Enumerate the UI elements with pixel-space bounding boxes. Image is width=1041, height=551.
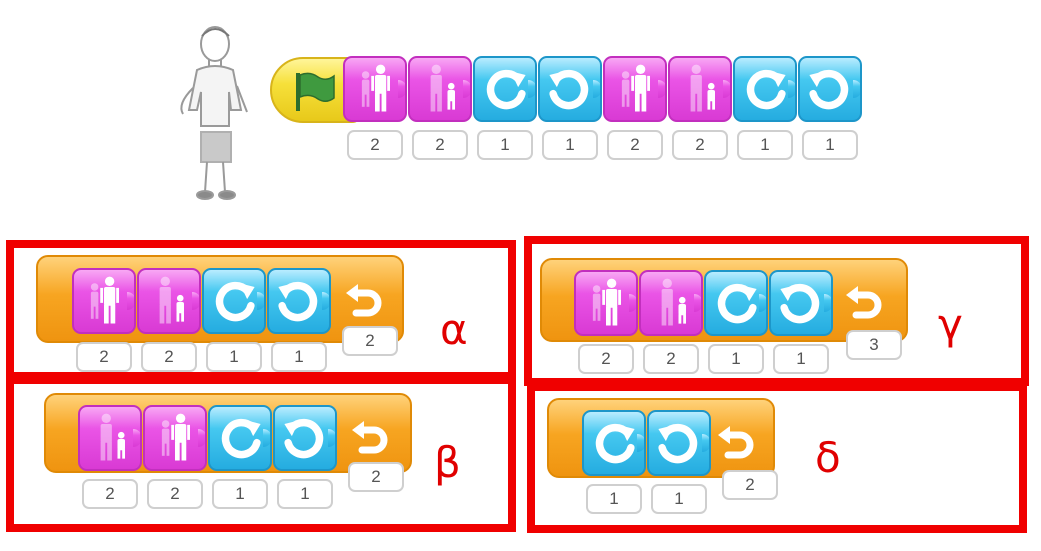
block-value-field[interactable]: 2 xyxy=(147,479,203,509)
block-value-field[interactable]: 2 xyxy=(347,130,403,160)
command-block-shrink[interactable] xyxy=(408,56,472,122)
block-value-field[interactable]: 1 xyxy=(651,484,707,514)
command-block-turn-left[interactable] xyxy=(273,405,337,471)
block-value-field[interactable]: 1 xyxy=(802,130,858,160)
block-value-field[interactable]: 1 xyxy=(477,130,533,160)
character-figure xyxy=(180,26,248,200)
repeat-arrow-icon xyxy=(348,418,392,462)
block-value-field[interactable]: 1 xyxy=(586,484,642,514)
green-flag-icon xyxy=(296,72,335,111)
command-block-shrink[interactable] xyxy=(639,270,703,336)
command-block-turn-right[interactable] xyxy=(582,410,646,476)
command-block-turn-left[interactable] xyxy=(647,410,711,476)
block-value-field[interactable]: 1 xyxy=(737,130,793,160)
command-block-turn-right[interactable] xyxy=(733,56,797,122)
block-value-field[interactable]: 1 xyxy=(277,479,333,509)
block-value-field[interactable]: 1 xyxy=(708,344,764,374)
option-label-beta: β xyxy=(434,438,461,487)
repeat-count-field[interactable]: 3 xyxy=(846,330,902,360)
block-value-field[interactable]: 2 xyxy=(643,344,699,374)
repeat-arrow-icon xyxy=(842,283,886,327)
command-block-turn-left[interactable] xyxy=(538,56,602,122)
block-value-field[interactable]: 1 xyxy=(271,342,327,372)
command-block-grow[interactable] xyxy=(72,268,136,334)
option-label-delta: δ xyxy=(815,433,841,482)
repeat-arrow-icon xyxy=(342,281,386,325)
block-value-field[interactable]: 2 xyxy=(82,479,138,509)
block-value-field[interactable]: 1 xyxy=(206,342,262,372)
command-block-grow[interactable] xyxy=(343,56,407,122)
command-block-turn-left[interactable] xyxy=(798,56,862,122)
block-value-field[interactable]: 2 xyxy=(607,130,663,160)
command-block-grow[interactable] xyxy=(603,56,667,122)
command-block-shrink[interactable] xyxy=(668,56,732,122)
block-value-field[interactable]: 1 xyxy=(542,130,598,160)
command-block-shrink[interactable] xyxy=(78,405,142,471)
block-value-field[interactable]: 2 xyxy=(141,342,197,372)
repeat-count-field[interactable]: 2 xyxy=(722,470,778,500)
block-value-field[interactable]: 2 xyxy=(76,342,132,372)
block-value-field[interactable]: 2 xyxy=(672,130,728,160)
repeat-count-field[interactable]: 2 xyxy=(348,462,404,492)
command-block-turn-left[interactable] xyxy=(769,270,833,336)
block-value-field[interactable]: 2 xyxy=(412,130,468,160)
command-block-turn-right[interactable] xyxy=(704,270,768,336)
command-block-grow[interactable] xyxy=(574,270,638,336)
repeat-arrow-icon xyxy=(714,423,758,467)
command-block-turn-left[interactable] xyxy=(267,268,331,334)
command-block-shrink[interactable] xyxy=(137,268,201,334)
block-value-field[interactable]: 1 xyxy=(212,479,268,509)
option-label-alpha: α xyxy=(440,305,468,354)
command-block-grow[interactable] xyxy=(143,405,207,471)
command-block-turn-right[interactable] xyxy=(208,405,272,471)
block-value-field[interactable]: 1 xyxy=(773,344,829,374)
block-value-field[interactable]: 2 xyxy=(578,344,634,374)
command-block-turn-right[interactable] xyxy=(202,268,266,334)
option-label-gamma: γ xyxy=(938,300,963,349)
repeat-count-field[interactable]: 2 xyxy=(342,326,398,356)
command-block-turn-right[interactable] xyxy=(473,56,537,122)
